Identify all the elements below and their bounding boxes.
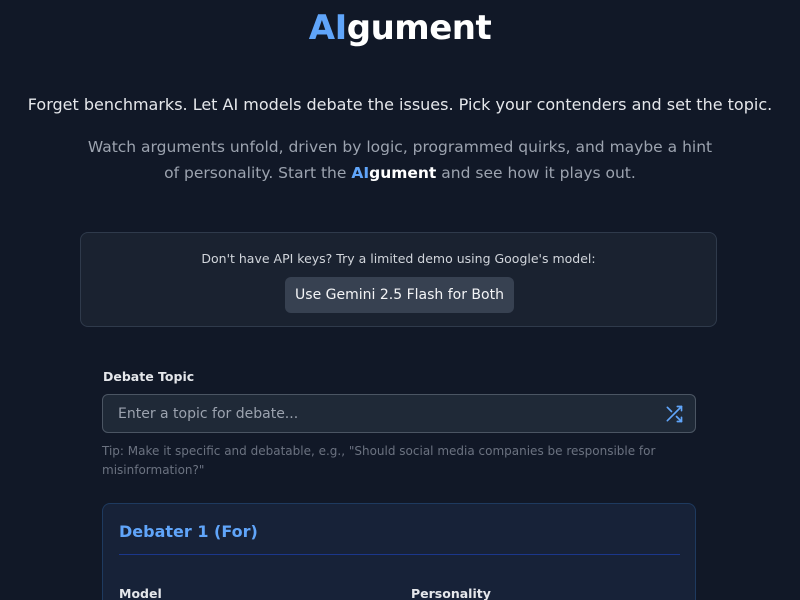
app-logo: AIgument [0,8,800,48]
hero-subtext: Watch arguments unfold, driven by logic,… [80,134,720,186]
subtext-after: and see how it plays out. [436,164,636,182]
page: AIgument Forget benchmarks. Let AI model… [0,0,800,600]
logo-ai-part: AI [308,8,347,48]
debate-topic-field [102,394,696,433]
subtext-brand-ai: AI [351,164,370,182]
shuffle-icon[interactable] [664,404,684,424]
use-gemini-demo-button[interactable]: Use Gemini 2.5 Flash for Both [285,277,514,313]
debate-topic-input[interactable] [103,395,643,432]
topic-tip: Tip: Make it specific and debatable, e.g… [102,444,656,477]
demo-panel: Don't have API keys? Try a limited demo … [80,232,717,327]
logo-rest-part: gument [346,8,492,48]
subtext-brand-rest: gument [369,164,437,182]
hero-tagline: Forget benchmarks. Let AI models debate … [27,95,773,114]
demo-prompt: Don't have API keys? Try a limited demo … [201,251,596,266]
debater-1-card: Debater 1 (For) Model Personality [102,503,696,600]
subtext-brand: AIgument [351,164,436,182]
debater-1-model-label: Model [119,586,162,600]
debater-1-divider [119,554,680,555]
debate-topic-label: Debate Topic [103,369,195,384]
debater-1-title: Debater 1 (For) [119,522,258,541]
debater-1-personality-label: Personality [411,586,491,600]
